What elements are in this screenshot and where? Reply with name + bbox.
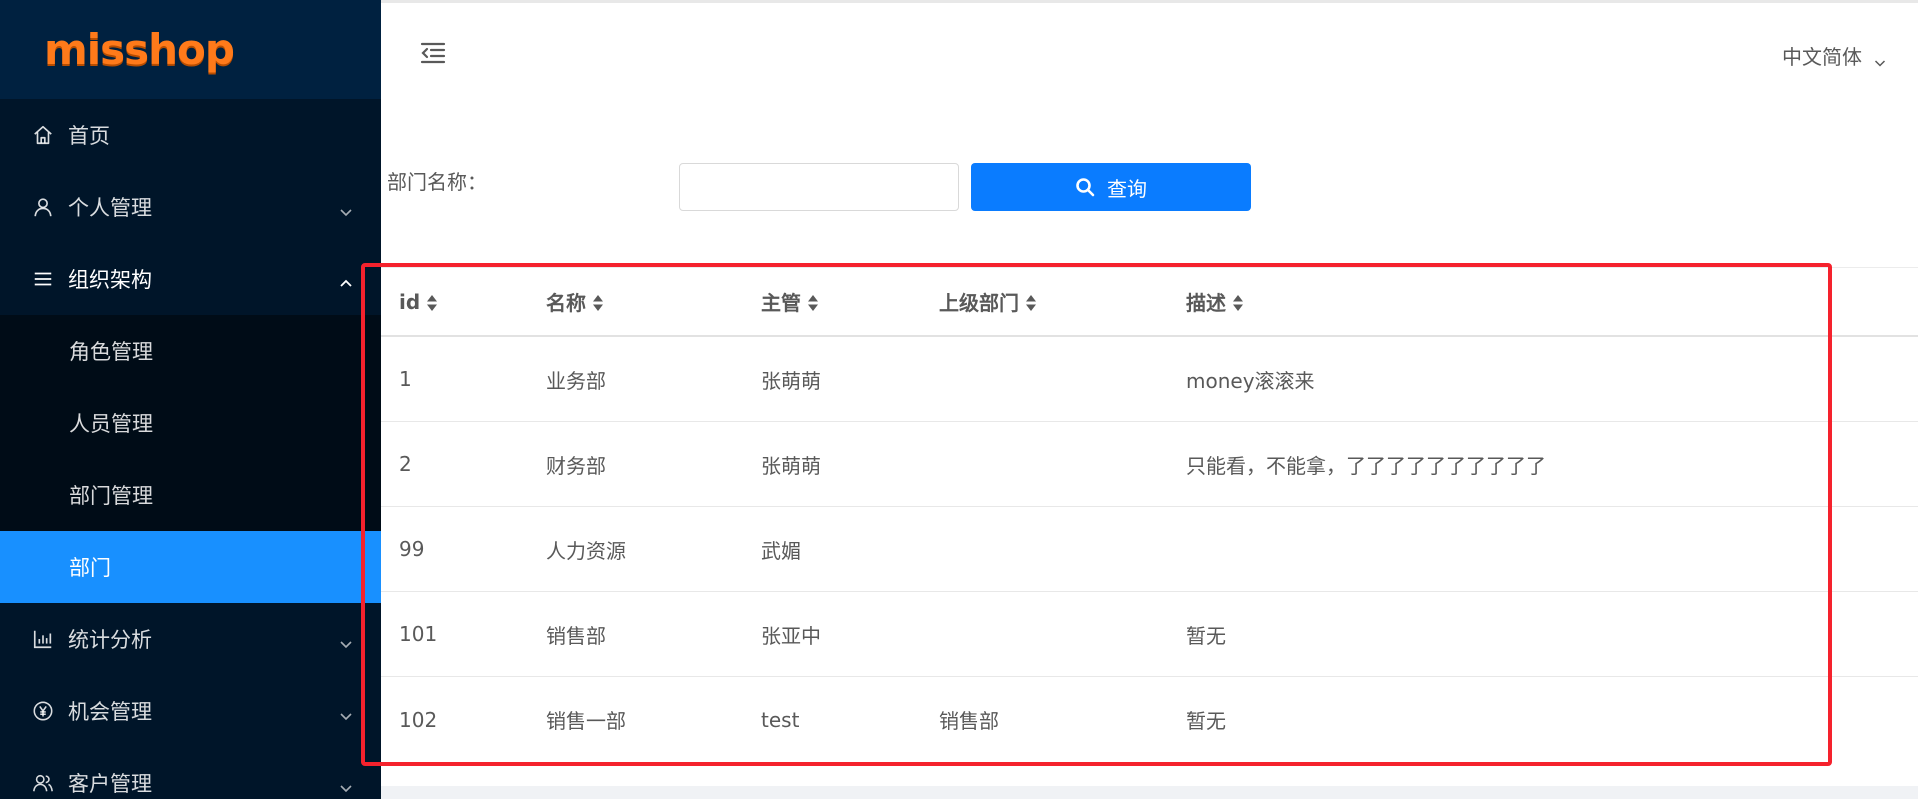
cell-description: money滚滚来: [1186, 368, 1315, 393]
bar-chart-icon: [32, 628, 54, 650]
table-row[interactable]: 101 销售部 张亚中 暂无: [381, 592, 1918, 677]
cell-description: 暂无: [1186, 623, 1226, 648]
sidebar-item-label: 组织架构: [68, 268, 152, 292]
cell-manager: 武媚: [761, 538, 801, 563]
cell-manager: 张萌萌: [761, 453, 821, 478]
column-header-manager[interactable]: 主管: [743, 287, 921, 316]
cell-name: 财务部: [546, 453, 606, 478]
table-row[interactable]: 99 人力资源 武媚: [381, 507, 1918, 592]
column-header-label: 名称: [546, 291, 586, 315]
logo[interactable]: misshop: [0, 0, 381, 99]
sidebar-item-statistics[interactable]: 统计分析: [0, 603, 381, 675]
sidebar-subitem-roles[interactable]: 角色管理: [0, 315, 381, 387]
sidebar-subitem-label: 部门管理: [69, 484, 153, 508]
team-icon: [32, 772, 54, 794]
table-row[interactable]: 102 销售一部 test 销售部 暂无: [381, 677, 1918, 762]
cell-manager: test: [761, 707, 800, 732]
column-header-label: 描述: [1186, 291, 1226, 315]
sort-icon[interactable]: [1025, 293, 1037, 311]
home-icon: [32, 124, 54, 146]
app-window: misshop 首页 个人管理 组织架构 角色管理 人员管理 部门管理 部门 统…: [0, 0, 1918, 799]
sidebar-subitem-label: 角色管理: [69, 340, 153, 364]
sort-icon[interactable]: [426, 293, 438, 311]
language-select[interactable]: 中文简体: [1782, 41, 1886, 70]
column-header-id[interactable]: id: [381, 290, 528, 314]
sidebar-item-label: 客户管理: [68, 772, 152, 796]
sidebar-item-label: 统计分析: [68, 628, 152, 652]
cell-name: 销售一部: [546, 709, 626, 733]
sidebar-item-customers[interactable]: 客户管理: [0, 747, 381, 799]
logo-text: misshop: [44, 25, 235, 74]
table-row[interactable]: 2 财务部 张萌萌 只能看，不能拿，了了了了了了了了了了: [381, 422, 1918, 507]
column-header-description[interactable]: 描述: [1168, 287, 1918, 316]
chevron-down-icon: [339, 776, 353, 793]
header-bar: 中文简体: [381, 0, 1918, 99]
cell-id: 102: [399, 707, 438, 732]
chevron-up-icon: [339, 272, 353, 287]
column-header-label: id: [399, 289, 421, 314]
department-table: id 名称 主管 上级部门 描述 1 业务部 张萌萌 money滚滚来 2 财务…: [381, 268, 1918, 762]
search-form: 部门名称： 查询: [381, 160, 1918, 212]
cell-manager: 张亚中: [761, 623, 821, 648]
submenu-organization: 角色管理 人员管理 部门管理 部门: [0, 315, 381, 603]
chevron-down-icon: [339, 632, 353, 649]
sidebar-subitem-department[interactable]: 部门: [0, 531, 381, 603]
cell-name: 业务部: [546, 368, 606, 393]
language-label: 中文简体: [1782, 45, 1862, 69]
cell-description: 暂无: [1186, 709, 1226, 733]
sort-icon[interactable]: [807, 293, 819, 311]
cell-name: 销售部: [546, 623, 606, 648]
sidebar-item-opportunity[interactable]: 机会管理: [0, 675, 381, 747]
cell-id: 101: [399, 622, 438, 646]
cell-id: 2: [399, 452, 412, 476]
sidebar-item-label: 个人管理: [68, 196, 152, 220]
column-header-label: 上级部门: [939, 291, 1019, 315]
search-icon: [1075, 177, 1095, 197]
chevron-down-icon: [1874, 50, 1886, 67]
cell-manager: 张萌萌: [761, 368, 821, 393]
footer-strip: [381, 786, 1918, 799]
main-content: 中文简体 部门名称： 查询 id 名称 主管 上级部门 描述 1 业务部 张萌萌…: [381, 0, 1918, 799]
menu-lines-icon: [32, 268, 54, 290]
cell-description: 只能看，不能拿，了了了了了了了了了了: [1186, 453, 1546, 478]
sidebar-subitem-label: 部门: [69, 556, 111, 580]
cell-name: 人力资源: [546, 538, 626, 563]
column-header-parent[interactable]: 上级部门: [921, 287, 1168, 316]
table-header: id 名称 主管 上级部门 描述: [381, 268, 1918, 337]
cell-id: 99: [399, 537, 425, 561]
department-name-input[interactable]: [679, 163, 959, 211]
sidebar-item-home[interactable]: 首页: [0, 99, 381, 171]
yen-circle-icon: [32, 700, 54, 722]
cell-id: 1: [399, 367, 412, 391]
sidebar-subitem-staff[interactable]: 人员管理: [0, 387, 381, 459]
sidebar-item-label: 机会管理: [68, 700, 152, 724]
column-header-name[interactable]: 名称: [528, 287, 743, 316]
chevron-down-icon: [339, 704, 353, 721]
table-row[interactable]: 1 业务部 张萌萌 money滚滚来: [381, 337, 1918, 422]
menu-fold-icon[interactable]: [418, 38, 448, 68]
sidebar-item-personal[interactable]: 个人管理: [0, 171, 381, 243]
cell-parent: 销售部: [939, 709, 999, 733]
sidebar-item-organization[interactable]: 组织架构: [0, 243, 381, 315]
sidebar: misshop 首页 个人管理 组织架构 角色管理 人员管理 部门管理 部门 统…: [0, 0, 381, 799]
sidebar-subitem-label: 人员管理: [69, 412, 153, 436]
sort-icon[interactable]: [1232, 293, 1244, 311]
search-button[interactable]: 查询: [971, 163, 1251, 211]
column-header-label: 主管: [761, 291, 801, 315]
sidebar-subitem-dept-manage[interactable]: 部门管理: [0, 459, 381, 531]
department-name-label: 部门名称：: [387, 170, 487, 194]
user-icon: [32, 196, 54, 218]
search-button-label: 查询: [1107, 176, 1147, 201]
sort-icon[interactable]: [592, 293, 604, 311]
sidebar-item-label: 首页: [68, 124, 110, 148]
chevron-down-icon: [339, 200, 353, 217]
